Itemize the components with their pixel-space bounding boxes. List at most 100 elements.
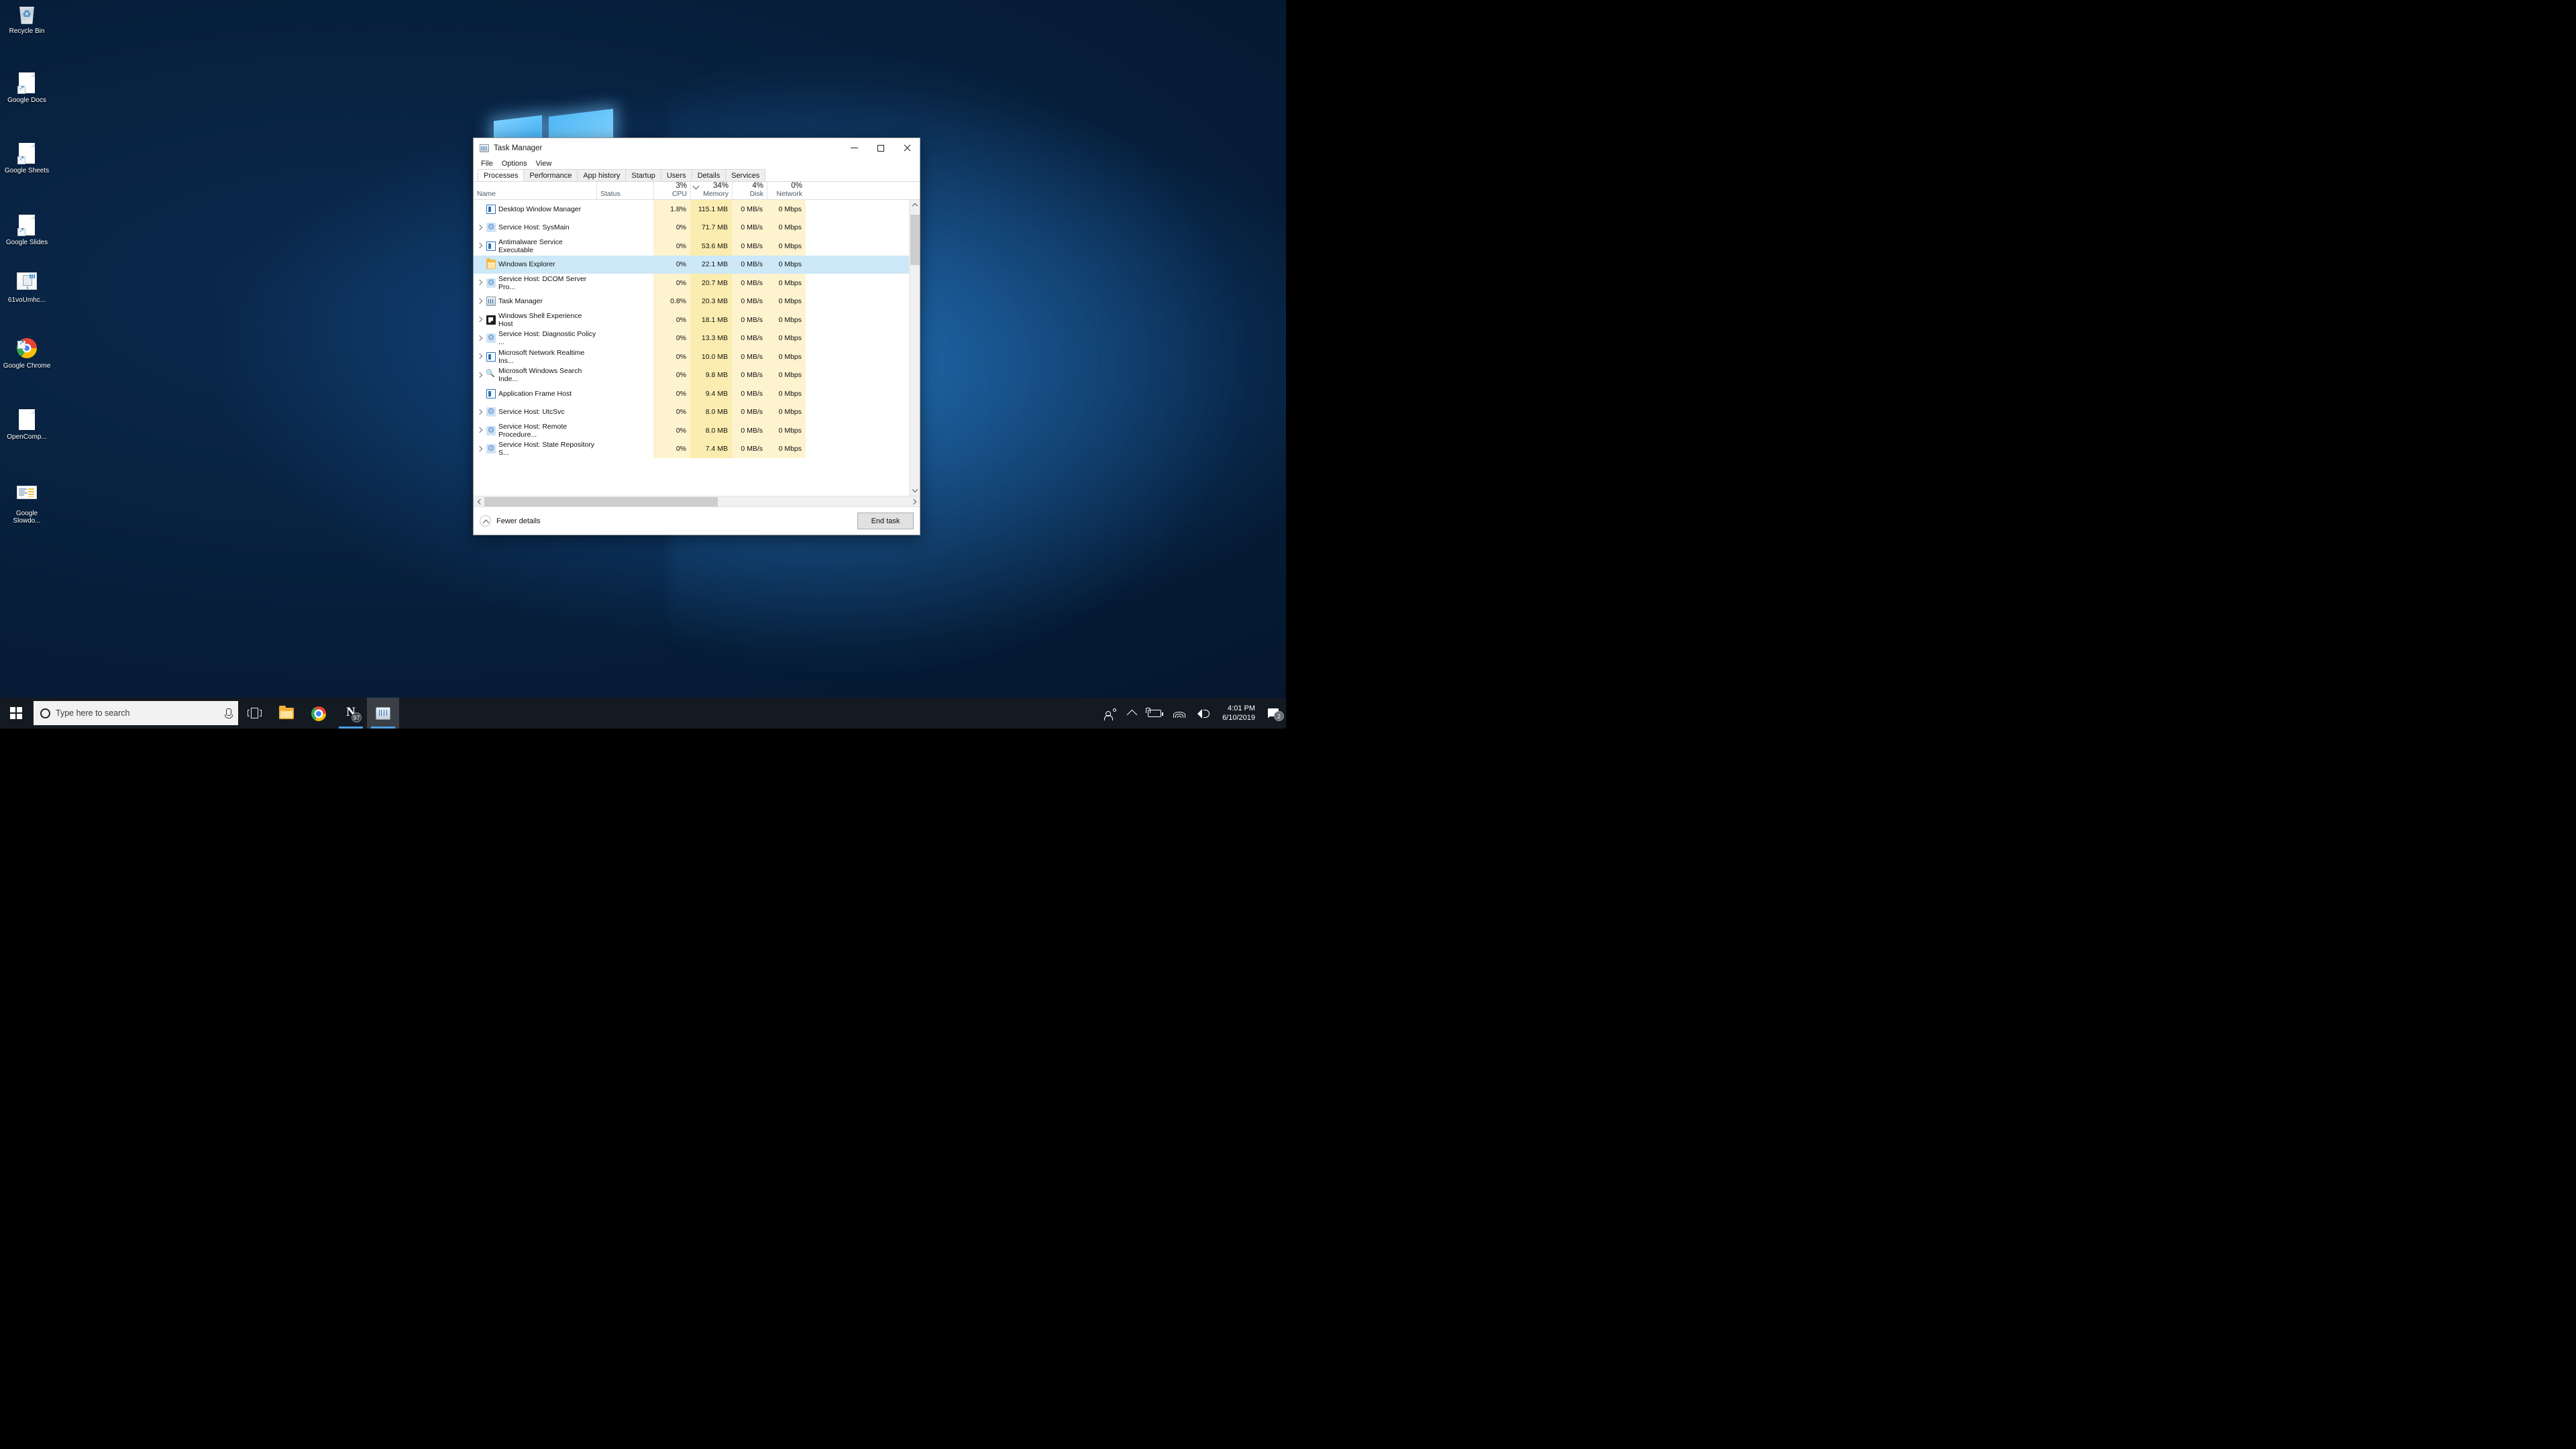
process-name-cell: Windows Explorer bbox=[474, 256, 596, 274]
end-task-button[interactable]: End task bbox=[857, 513, 914, 529]
taskbar-button-file-explorer[interactable] bbox=[270, 698, 303, 729]
expand-chevron-icon[interactable] bbox=[476, 297, 484, 305]
desktop-icon-google-docs[interactable]: Google Docs bbox=[0, 72, 54, 104]
column-header-network[interactable]: 0% Network bbox=[767, 181, 806, 199]
microphone-icon[interactable] bbox=[223, 708, 233, 718]
menu-file[interactable]: File bbox=[480, 159, 494, 168]
process-name-label: Windows Shell Experience Host bbox=[498, 311, 582, 328]
minimize-button[interactable] bbox=[841, 138, 867, 158]
fewer-details-button[interactable]: Fewer details bbox=[480, 515, 540, 527]
process-status-cell bbox=[596, 311, 653, 329]
table-row[interactable]: Service Host: UtcSvc 0%8.0 MB0 MB/s0 Mbps bbox=[474, 402, 909, 421]
scroll-up-button[interactable] bbox=[910, 200, 920, 211]
table-row[interactable]: Microsoft Windows Search Inde... 0%9.8 MB… bbox=[474, 366, 909, 384]
process-memory-cell: 115.1 MB bbox=[690, 200, 732, 219]
taskbar-button-google-chrome[interactable] bbox=[303, 698, 335, 729]
tab-services[interactable]: Services bbox=[725, 169, 766, 181]
desktop-icon-image-file[interactable]: 61voUmhc... bbox=[0, 270, 54, 304]
task-manager-icon bbox=[480, 144, 489, 152]
expand-chevron-icon[interactable] bbox=[476, 334, 484, 342]
process-list[interactable]: Desktop Window Manager 1.8% 115.1 MB 0 MB/s… bbox=[474, 200, 920, 496]
expand-chevron-icon[interactable] bbox=[476, 408, 484, 416]
desktop-icon-recycle-bin[interactable]: Recycle Bin bbox=[0, 3, 54, 35]
process-status-cell bbox=[596, 347, 653, 366]
clock[interactable]: 4:01 PM 6/10/2019 bbox=[1216, 704, 1262, 722]
search-input[interactable]: Type here to search bbox=[34, 701, 238, 725]
expand-chevron-icon[interactable] bbox=[476, 427, 484, 435]
tray-show-hidden-icons-button[interactable] bbox=[1122, 698, 1142, 729]
maximize-button[interactable] bbox=[867, 138, 894, 158]
table-row[interactable]: Service Host: DCOM Server Pro... 0%20.7 M… bbox=[474, 274, 909, 292]
tab-startup[interactable]: Startup bbox=[625, 169, 661, 181]
tab-performance[interactable]: Performance bbox=[523, 169, 578, 181]
table-row[interactable]: Service Host: State Repository S... 0%7.4… bbox=[474, 439, 909, 458]
gear-icon bbox=[486, 425, 496, 435]
expand-chevron-icon[interactable] bbox=[476, 279, 484, 287]
menu-options[interactable]: Options bbox=[500, 159, 529, 168]
taskbar-button-onenote[interactable]: N 97 bbox=[335, 698, 367, 729]
scroll-left-button[interactable] bbox=[474, 496, 484, 507]
tab-processes[interactable]: Processes bbox=[478, 169, 525, 181]
process-network-cell: 0 Mbps bbox=[767, 311, 806, 329]
table-row[interactable]: Microsoft Network Realtime Ins... 0% 10.0 … bbox=[474, 347, 909, 366]
process-disk-cell: 0 MB/s bbox=[741, 260, 763, 269]
expand-chevron-icon[interactable] bbox=[476, 353, 484, 361]
process-network-cell: 0 Mbps bbox=[767, 366, 806, 384]
expand-chevron-icon[interactable] bbox=[476, 445, 484, 453]
column-header-disk[interactable]: 4% Disk bbox=[732, 181, 767, 199]
column-header-cpu[interactable]: 3% CPU bbox=[653, 181, 690, 199]
process-memory-cell: 8.0 MB bbox=[690, 402, 732, 421]
process-network-cell: 0 Mbps bbox=[767, 402, 806, 421]
taskbar-button-task-manager[interactable] bbox=[367, 698, 399, 729]
title-bar[interactable]: Task Manager bbox=[474, 138, 920, 158]
tray-people-button[interactable] bbox=[1099, 698, 1122, 729]
table-row[interactable]: Windows Explorer 0% 22.1 MB 0 MB/s 0 Mbps bbox=[474, 255, 909, 274]
menu-view[interactable]: View bbox=[535, 159, 553, 168]
desktop-icon-google-slides[interactable]: Google Slides bbox=[0, 215, 54, 246]
table-row[interactable]: Service Host: SysMain 0%71.7 MB0 MB/s0 Mb… bbox=[474, 218, 909, 237]
vertical-scroll-track[interactable] bbox=[910, 211, 920, 485]
desktop-screen: Recycle Bin Google Docs Google Sheets Go… bbox=[0, 0, 1286, 729]
vertical-scrollbar[interactable] bbox=[909, 200, 920, 496]
process-cpu-cell: 0% bbox=[653, 311, 690, 329]
table-row[interactable]: Desktop Window Manager 1.8% 115.1 MB 0 MB/s… bbox=[474, 200, 909, 219]
table-row[interactable]: Task Manager 0.8% 20.3 MB 0 MB/s 0 Mbps bbox=[474, 292, 909, 311]
desktop-icon-google-chrome[interactable]: Google Chrome bbox=[0, 337, 54, 370]
horizontal-scroll-track[interactable] bbox=[484, 496, 909, 507]
desktop-icon-opencomp[interactable]: OpenComp... bbox=[0, 409, 54, 441]
tray-notifications-button[interactable]: 2 bbox=[1262, 698, 1286, 729]
table-row[interactable]: Application Frame Host 0% 9.4 MB 0 MB/s 0 Mb… bbox=[474, 384, 909, 403]
horizontal-scrollbar[interactable] bbox=[474, 496, 920, 506]
tab-app-history[interactable]: App history bbox=[577, 169, 627, 181]
tray-network-button[interactable] bbox=[1167, 698, 1191, 729]
process-cpu-cell: 0% bbox=[653, 402, 690, 421]
process-cpu-cell: 0% bbox=[653, 439, 690, 458]
desktop-icon-google-sheets[interactable]: Google Sheets bbox=[0, 143, 54, 174]
process-name-label: Service Host: UtcSvc bbox=[498, 408, 565, 417]
task-manager-window[interactable]: Task Manager File Options View Processes… bbox=[473, 138, 920, 535]
column-header-memory[interactable]: 34% Memory bbox=[690, 181, 732, 199]
process-memory-cell: 9.8 MB bbox=[690, 366, 732, 384]
scroll-right-button[interactable] bbox=[909, 496, 920, 507]
expand-chevron-icon[interactable] bbox=[476, 242, 484, 250]
table-row[interactable]: Windows Shell Experience Host 0% 18.1 MB 0 … bbox=[474, 311, 909, 329]
taskbar-button-task-view[interactable] bbox=[238, 698, 270, 729]
table-row[interactable]: Antimalware Service Executable 0% 53.6 MB 0… bbox=[474, 237, 909, 256]
tab-users[interactable]: Users bbox=[660, 169, 692, 181]
start-button[interactable] bbox=[0, 698, 32, 729]
tray-battery-button[interactable] bbox=[1142, 698, 1167, 729]
tab-details[interactable]: Details bbox=[691, 169, 727, 181]
desktop-icon-google-slowdown[interactable]: Google Slowdo... bbox=[0, 482, 54, 525]
horizontal-scroll-thumb[interactable] bbox=[484, 496, 718, 506]
column-header-status[interactable]: Status bbox=[596, 181, 653, 199]
scroll-down-button[interactable] bbox=[910, 485, 920, 496]
expand-chevron-icon[interactable] bbox=[476, 371, 484, 379]
vertical-scroll-thumb[interactable] bbox=[910, 215, 920, 265]
table-row[interactable]: Service Host: Remote Procedure... 0%8.0 M… bbox=[474, 421, 909, 440]
expand-chevron-icon[interactable] bbox=[476, 223, 484, 231]
close-button[interactable] bbox=[894, 138, 920, 158]
table-row[interactable]: Service Host: Diagnostic Policy ... 0%13.… bbox=[474, 329, 909, 347]
column-header-name[interactable]: Name bbox=[474, 181, 596, 199]
expand-chevron-icon[interactable] bbox=[476, 316, 484, 324]
tray-volume-button[interactable] bbox=[1191, 698, 1216, 729]
